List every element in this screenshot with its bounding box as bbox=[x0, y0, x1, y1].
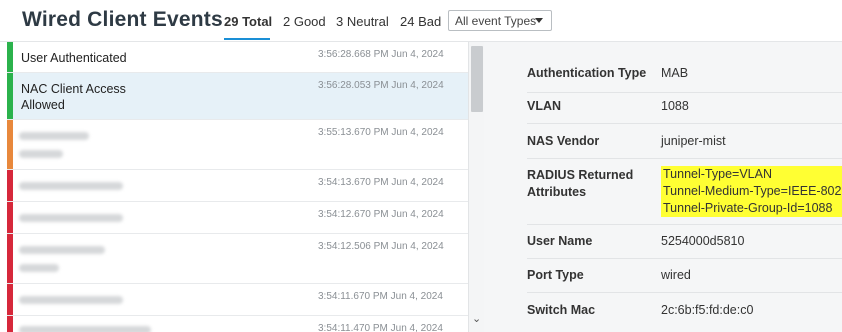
status-bar bbox=[7, 73, 13, 119]
detail-divider bbox=[527, 292, 842, 293]
detail-divider bbox=[527, 92, 842, 93]
event-row-user-authenticated[interactable]: User Authenticated 3:56:28.668 PM Jun 4,… bbox=[7, 42, 468, 73]
event-type-select[interactable]: All event Types bbox=[448, 10, 552, 31]
detail-label: NAS Vendor bbox=[527, 134, 600, 148]
detail-divider bbox=[527, 258, 842, 259]
detail-label: Port Type bbox=[527, 268, 584, 282]
status-bar bbox=[7, 202, 13, 233]
detail-label: User Name bbox=[527, 234, 593, 248]
detail-label-line2: Attributes bbox=[527, 185, 587, 199]
redacted-event-name bbox=[19, 182, 123, 190]
event-time: 3:56:28.668 PM Jun 4, 2024 bbox=[318, 49, 444, 60]
detail-label: Switch Mac bbox=[527, 303, 596, 317]
event-time: 3:54:13.670 PM Jun 4, 2024 bbox=[318, 177, 444, 188]
redacted-event-name bbox=[19, 326, 151, 332]
event-row[interactable]: 3:54:12.670 PM Jun 4, 2024 bbox=[7, 202, 468, 234]
event-time: 3:56:28.053 PM Jun 4, 2024 bbox=[318, 80, 444, 91]
event-name-line1: NAC Client Access bbox=[21, 82, 126, 96]
tab-total[interactable]: 29 Total bbox=[224, 14, 272, 29]
redacted-event-name bbox=[19, 264, 59, 272]
tab-good[interactable]: 2 Good bbox=[283, 14, 326, 29]
event-time: 3:54:11.670 PM Jun 4, 2024 bbox=[318, 291, 443, 302]
event-type-select-value: All event Types bbox=[455, 14, 537, 28]
event-row[interactable]: 3:54:11.470 PM Jun 4, 2024 bbox=[7, 316, 468, 332]
chevron-down-icon bbox=[535, 18, 543, 23]
detail-value: juniper-mist bbox=[661, 134, 726, 148]
status-bar bbox=[7, 120, 13, 169]
detail-value: 5254000d5810 bbox=[661, 234, 745, 248]
event-time: 3:54:12.506 PM Jun 4, 2024 bbox=[318, 241, 444, 252]
event-detail-panel: Authentication Type MAB VLAN 1088 NAS Ve… bbox=[484, 42, 842, 332]
detail-label: VLAN bbox=[527, 99, 562, 113]
status-bar bbox=[7, 42, 13, 72]
detail-divider bbox=[527, 224, 842, 225]
status-bar bbox=[7, 170, 13, 201]
detail-divider bbox=[527, 158, 842, 159]
scrollbar-thumb[interactable] bbox=[471, 46, 483, 112]
chevron-down-icon[interactable]: ⌄ bbox=[472, 312, 481, 325]
detail-value: MAB bbox=[661, 66, 689, 80]
detail-label: Authentication Type bbox=[527, 66, 647, 80]
redacted-event-name bbox=[19, 132, 89, 140]
radius-attribute: Tunnel-Type=VLAN bbox=[661, 166, 842, 183]
status-bar bbox=[7, 234, 13, 283]
page-title: Wired Client Events bbox=[22, 8, 223, 31]
event-row[interactable]: 3:54:12.506 PM Jun 4, 2024 bbox=[7, 234, 468, 284]
detail-label-line1: RADIUS Returned bbox=[527, 168, 634, 182]
event-time: 3:54:11.470 PM Jun 4, 2024 bbox=[318, 323, 443, 332]
event-list: User Authenticated 3:56:28.668 PM Jun 4,… bbox=[7, 42, 468, 332]
detail-value: 1088 bbox=[661, 99, 689, 113]
radius-attributes-values: Tunnel-Type=VLAN Tunnel-Medium-Type=IEEE… bbox=[661, 166, 842, 217]
tab-bad[interactable]: 24 Bad bbox=[400, 14, 441, 29]
page-header: Wired Client Events 29 Total 2 Good 3 Ne… bbox=[0, 0, 842, 42]
event-row-nac-client-access-allowed[interactable]: NAC Client Access Allowed 3:56:28.053 PM… bbox=[7, 73, 468, 120]
event-row[interactable]: 3:55:13.670 PM Jun 4, 2024 bbox=[7, 120, 468, 170]
detail-value: 2c:6b:f5:fd:de:c0 bbox=[661, 303, 754, 317]
event-time: 3:55:13.670 PM Jun 4, 2024 bbox=[318, 127, 444, 138]
active-tab-indicator bbox=[224, 38, 270, 40]
radius-attribute: Tunnel-Private-Group-Id=1088 bbox=[661, 200, 842, 217]
tab-neutral[interactable]: 3 Neutral bbox=[336, 14, 389, 29]
status-bar bbox=[7, 316, 13, 332]
redacted-event-name bbox=[19, 150, 63, 158]
event-time: 3:54:12.670 PM Jun 4, 2024 bbox=[318, 209, 444, 220]
detail-value: wired bbox=[661, 268, 691, 282]
event-name: User Authenticated bbox=[21, 51, 127, 65]
detail-divider bbox=[527, 123, 842, 124]
redacted-event-name bbox=[19, 246, 105, 254]
event-row[interactable]: 3:54:11.670 PM Jun 4, 2024 bbox=[7, 284, 468, 316]
radius-attribute: Tunnel-Medium-Type=IEEE-802 bbox=[661, 183, 842, 200]
redacted-event-name bbox=[19, 296, 123, 304]
status-bar bbox=[7, 284, 13, 315]
event-row[interactable]: 3:54:13.670 PM Jun 4, 2024 bbox=[7, 170, 468, 202]
event-list-scrollbar[interactable]: ⌄ bbox=[468, 42, 484, 332]
event-name-line2: Allowed bbox=[21, 98, 65, 112]
redacted-event-name bbox=[19, 214, 123, 222]
